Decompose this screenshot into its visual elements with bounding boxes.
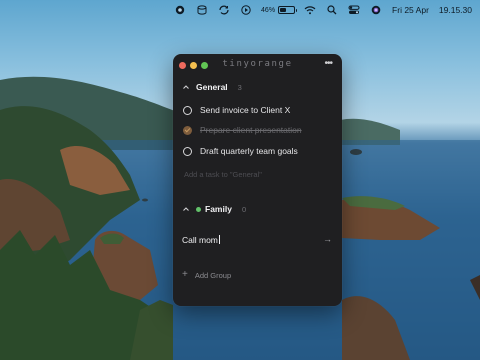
play-icon[interactable] (239, 0, 253, 20)
add-group-button[interactable]: + Add Group (182, 270, 231, 280)
group-color-dot (196, 206, 201, 212)
task-text: Prepare client presentation (200, 125, 302, 135)
battery-icon (278, 6, 298, 14)
new-task-input-value: Call mom (182, 235, 218, 245)
menubar-time[interactable]: 19.15.30 (439, 0, 472, 20)
group-count: 3 (237, 82, 242, 92)
database-icon[interactable] (195, 0, 209, 20)
add-group-label: Add Group (194, 270, 232, 280)
search-icon[interactable] (325, 0, 339, 20)
plus-icon: + (182, 269, 188, 280)
battery-percent: 46% (261, 6, 276, 14)
group-name: Family (205, 204, 232, 214)
app-title: tinyorange (222, 59, 293, 69)
battery-indicator[interactable]: 46% (261, 0, 298, 20)
app-window: tinyorange ••• General 3 Send invoice to… (173, 54, 342, 306)
new-task-input[interactable]: Call mom → (182, 232, 332, 246)
chevron-up-icon[interactable] (182, 83, 190, 91)
task-checkbox[interactable] (183, 105, 192, 115)
add-task-field[interactable]: Add a task to "General" (184, 170, 262, 179)
chevron-up-icon[interactable] (182, 205, 190, 213)
task-checkbox[interactable] (183, 146, 192, 156)
group-count: 0 (241, 204, 247, 214)
task-item[interactable]: Draft quarterly team goals (183, 146, 298, 156)
wifi-icon[interactable] (303, 0, 317, 20)
menubar-date[interactable]: Fri 25 Apr (392, 0, 429, 20)
text-cursor (218, 235, 220, 244)
menu-bar: 46% Fri 25 Apr 19.15.30 (0, 0, 480, 20)
submit-arrow-icon[interactable]: → (323, 234, 332, 244)
sync-icon[interactable] (217, 0, 231, 20)
record-icon[interactable] (173, 0, 187, 20)
title-bar[interactable]: tinyorange ••• (173, 54, 342, 76)
group-header-family[interactable]: Family 0 (182, 204, 246, 214)
task-checkbox-checked[interactable] (183, 125, 192, 135)
task-text: Draft quarterly team goals (200, 146, 298, 156)
task-item[interactable]: Prepare client presentation (183, 125, 302, 135)
siri-icon[interactable] (369, 0, 383, 20)
task-text: Send invoice to Client X (200, 105, 291, 115)
group-header-general[interactable]: General 3 (182, 82, 242, 92)
group-name: General (196, 82, 228, 92)
task-item[interactable]: Send invoice to Client X (183, 105, 290, 115)
more-options-button[interactable]: ••• (324, 59, 332, 69)
control-center-icon[interactable] (347, 0, 361, 20)
